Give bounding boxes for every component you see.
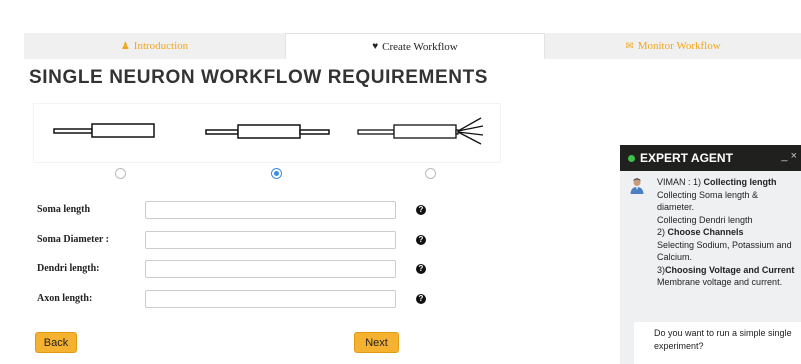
user-icon: ♟ xyxy=(120,40,130,52)
tab-label: Create Workflow xyxy=(382,40,458,53)
agent-message: VIMAN : 1) Collecting length Collecting … xyxy=(657,176,797,289)
help-icon[interactable]: ? xyxy=(416,235,426,245)
chat-prompt-bubble: Do you want to run a simple single exper… xyxy=(634,322,801,364)
next-button[interactable]: Next xyxy=(354,332,399,353)
agent-avatar-icon xyxy=(630,178,644,194)
step-number: 1) xyxy=(693,177,704,187)
back-button[interactable]: Back xyxy=(35,332,77,353)
message-line: Membrane voltage and current. xyxy=(657,277,783,287)
workflow-tabs: ♟ Introduction ♥ Create Workflow ✉ Monit… xyxy=(24,33,801,59)
heart-icon: ♥ xyxy=(372,41,379,52)
soma-with-dendrite-diagram xyxy=(205,124,330,139)
tab-label: Introduction xyxy=(133,40,189,52)
tab-label: Monitor Workflow xyxy=(637,40,721,52)
dendri-length-input[interactable] xyxy=(145,260,396,278)
neuron-options-panel xyxy=(34,104,500,162)
tab-introduction[interactable]: ♟ Introduction xyxy=(24,33,285,59)
step-title: Collecting length xyxy=(703,177,777,187)
help-icon[interactable]: ? xyxy=(416,264,426,274)
message-line: Collecting Soma length & diameter. xyxy=(657,189,759,213)
neuron-diagrams xyxy=(53,117,484,145)
soma-only-diagram xyxy=(53,123,155,138)
page-title: SINGLE NEURON WORKFLOW REQUIREMENTS xyxy=(29,67,489,88)
help-icon[interactable]: ? xyxy=(416,205,426,215)
soma-branching-dendrites-diagram xyxy=(357,117,484,145)
neuron-option-radio-3[interactable] xyxy=(425,168,436,179)
form-row-dendri-length: Dendri length: ? xyxy=(37,260,437,280)
message-line: Selecting Sodium, Potassium and Calcium. xyxy=(657,239,792,263)
step-title: Choosing Voltage and Current xyxy=(665,264,795,275)
chat-title: EXPERT AGENT xyxy=(640,151,733,165)
form-row-soma-diameter: Soma Diameter : ? xyxy=(37,231,437,251)
soma-length-label: Soma length xyxy=(37,204,91,215)
tab-monitor-workflow[interactable]: ✉ Monitor Workflow xyxy=(545,33,801,59)
online-status-icon xyxy=(628,154,635,162)
axon-length-input[interactable] xyxy=(145,290,396,308)
neuron-option-radio-2[interactable] xyxy=(271,168,282,179)
dendri-length-label: Dendri length: xyxy=(37,263,100,274)
soma-length-input[interactable] xyxy=(145,201,396,219)
tab-create-workflow[interactable]: ♥ Create Workflow xyxy=(285,33,545,59)
step-title: Choose Channels xyxy=(667,227,744,237)
chat-window-controls[interactable]: _ × xyxy=(781,150,797,162)
form-row-soma-length: Soma length ? xyxy=(37,201,437,221)
step-number: 3) xyxy=(657,264,666,275)
help-icon[interactable]: ? xyxy=(416,294,426,304)
agent-name: VIMAN : xyxy=(657,177,694,187)
message-line: Collecting Dendri length xyxy=(657,214,753,225)
axon-length-label: Axon length: xyxy=(37,293,93,304)
chat-header[interactable]: EXPERT AGENT _ × xyxy=(620,145,801,171)
soma-diameter-label: Soma Diameter : xyxy=(37,234,110,245)
form-row-axon-length: Axon length: ? xyxy=(37,290,437,310)
envelope-icon: ✉ xyxy=(625,40,634,52)
soma-diameter-input[interactable] xyxy=(145,231,396,249)
neuron-option-radio-1[interactable] xyxy=(115,168,126,179)
step-number: 2) xyxy=(657,227,668,237)
